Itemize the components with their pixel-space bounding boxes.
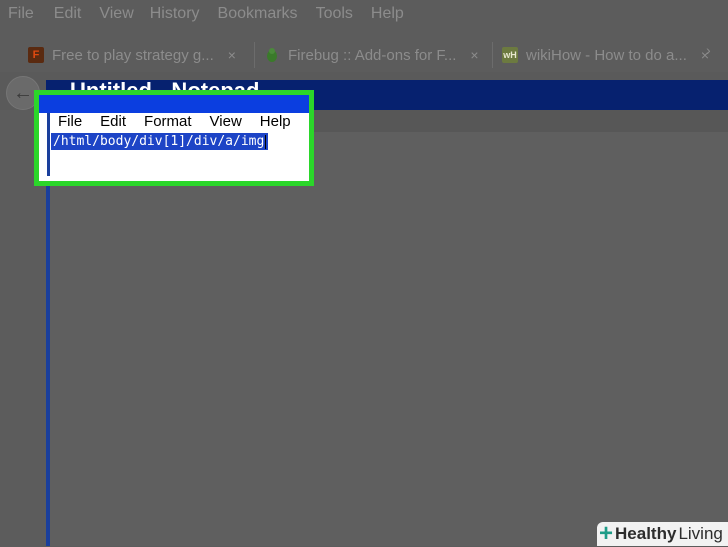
healthy-living-logo: + Healthy Living <box>597 522 728 546</box>
back-arrow-icon: ← <box>13 81 33 104</box>
wikihow-favicon-icon: wH <box>502 47 518 63</box>
plus-icon: + <box>599 520 614 547</box>
highlight-window-border <box>47 113 50 176</box>
firebug-favicon-icon <box>264 47 280 63</box>
notepad-menu-format[interactable]: Format <box>144 113 192 130</box>
notepad-menu-edit[interactable]: Edit <box>100 113 126 130</box>
game-favicon-icon: F <box>28 47 44 63</box>
tab-wikihow[interactable]: wH wikiHow - How to do a... × <box>502 38 709 72</box>
tab-firebug[interactable]: Firebug :: Add-ons for F... × <box>264 38 479 72</box>
tab-divider <box>492 42 493 68</box>
menu-file[interactable]: File <box>8 5 34 23</box>
selected-xpath-text[interactable]: /html/body/div[1]/div/a/img <box>51 133 269 150</box>
menu-edit[interactable]: Edit <box>54 5 82 23</box>
tab-title: Firebug :: Add-ons for F... <box>288 46 457 64</box>
tab-divider <box>254 42 255 68</box>
close-icon[interactable]: × <box>470 47 478 63</box>
notepad-menu-file[interactable]: File <box>58 113 82 130</box>
menu-help[interactable]: Help <box>371 5 404 23</box>
notepad-menu-view[interactable]: View <box>210 113 242 130</box>
tab-strategy-game[interactable]: F Free to play strategy g... × <box>28 38 236 72</box>
logo-suffix: Living <box>678 524 723 543</box>
menu-bookmarks[interactable]: Bookmarks <box>218 5 298 23</box>
logo-prefix: Healthy <box>615 524 677 543</box>
text-cursor <box>265 134 267 149</box>
tab-title: wikiHow - How to do a... <box>526 46 687 64</box>
tabs-scroll-icon[interactable]: › <box>706 42 711 58</box>
close-icon[interactable]: × <box>228 47 236 63</box>
menu-view[interactable]: View <box>99 5 133 23</box>
menu-tools[interactable]: Tools <box>316 5 353 23</box>
notepad-menu-help[interactable]: Help <box>260 113 291 130</box>
xpath-value: /html/body/div[1]/div/a/img <box>53 134 265 149</box>
notepad-menubar: File Edit Format View Help <box>52 110 303 132</box>
tab-strip: F Free to play strategy g... × Firebug :… <box>0 38 728 72</box>
tab-title: Free to play strategy g... <box>52 46 214 64</box>
browser-menubar: File Edit View History Bookmarks Tools H… <box>0 0 728 28</box>
menu-history[interactable]: History <box>150 5 200 23</box>
